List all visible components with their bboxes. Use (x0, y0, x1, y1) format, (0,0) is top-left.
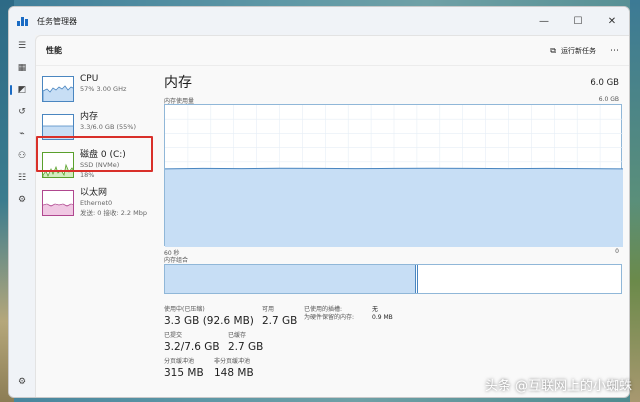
page-title: 性能 (46, 46, 62, 55)
close-button[interactable]: ✕ (595, 7, 629, 35)
memory-usage-area (165, 168, 623, 247)
composition-modified (415, 265, 418, 293)
sidebar-item-label: 以太网 (80, 188, 108, 198)
sidebar-item-cpu[interactable]: CPU 57% 3.00 GHz (42, 72, 162, 110)
stat-cached: 已缓存 2.7 GB (228, 332, 263, 354)
sidebar-item-detail-2: 发送: 0 接收: 2.2 Mbp (80, 209, 147, 217)
memory-composition-bar (164, 264, 622, 294)
stat-label: 已缓存 (228, 332, 247, 339)
stat-paged-pool: 分页缓冲池 315 MB (164, 358, 204, 380)
wallpaper-right (630, 0, 640, 402)
sidebar-item-detail: 57% 3.00 GHz (80, 85, 127, 93)
stat-label: 使用中(已压缩) (164, 306, 205, 313)
details-icon[interactable]: ☷ (9, 167, 35, 189)
page-header: 性能 ⧉ 运行新任务 ⋯ (36, 36, 629, 66)
sidebar-item-label: 内存 (80, 112, 99, 122)
selection-highlight (36, 136, 153, 172)
memory-usage-line (165, 167, 623, 170)
services-icon[interactable]: ⚙ (9, 189, 35, 211)
stat-value: 0.9 MB (372, 314, 393, 321)
app-history-icon[interactable]: ↺ (9, 101, 35, 123)
sidebar-item-detail: 3.3/6.0 GB (55%) (80, 123, 137, 131)
composition-in-use (165, 265, 416, 293)
settings-icon[interactable]: ⚙ (9, 371, 35, 393)
stat-label: 非分页缓冲池 (214, 358, 251, 365)
run-task-icon: ⧉ (550, 45, 556, 55)
stat-label: 可用 (262, 306, 275, 313)
run-new-task-label: 运行新任务 (561, 46, 596, 55)
processes-icon[interactable]: ▦ (9, 57, 35, 79)
usage-chart-max: 6.0 GB (598, 96, 619, 103)
stat-label: 已提交 (164, 332, 183, 339)
stat-value: 2.7 GB (228, 341, 264, 353)
more-options-icon[interactable]: ⋯ (610, 46, 619, 56)
watermark: 头条 @互联网上的小蜘蛛 (484, 379, 632, 394)
stat-available: 可用 2.7 GB (262, 306, 297, 328)
stat-value: 3.2/7.6 GB (164, 341, 220, 353)
usage-chart-svg (165, 105, 623, 247)
stat-label: 分页缓冲池 (164, 358, 195, 365)
nav-rail: ☰ ▦ ◩ ↺ ⌁ ⚇ ☷ ⚙ ⚙ (9, 35, 35, 397)
stat-value: 无 (372, 306, 379, 313)
run-new-task-button[interactable]: ⧉ 运行新任务 (550, 46, 596, 56)
minimize-button[interactable]: — (527, 7, 561, 35)
sidebar-item-detail: Ethernet0 (80, 199, 113, 207)
panel-title: 内存 (164, 75, 192, 91)
task-manager-icon (17, 16, 28, 26)
stat-nonpaged-pool: 非分页缓冲池 148 MB (214, 358, 254, 380)
sidebar-item-label: CPU (80, 74, 99, 84)
stat-committed: 已提交 3.2/7.6 GB (164, 332, 220, 354)
users-icon[interactable]: ⚇ (9, 145, 35, 167)
stat-label: 已使用的插槽: (304, 306, 343, 313)
stat-value: 315 MB (164, 367, 204, 379)
stat-value: 2.7 GB (262, 315, 298, 327)
memory-usage-chart (164, 104, 623, 247)
task-manager-window: 任务管理器 — ☐ ✕ ☰ ▦ ◩ ↺ ⌁ ⚇ ☷ ⚙ ⚙ 性能 ⧉ 运行新任务… (8, 6, 630, 398)
cpu-thumbnail (42, 76, 74, 102)
memory-capacity: 6.0 GB (590, 78, 619, 88)
window-title: 任务管理器 (37, 16, 77, 26)
sidebar-item-ethernet[interactable]: 以太网 Ethernet0 发送: 0 接收: 2.2 Mbp (42, 186, 162, 224)
stat-slots: 已使用的插槽: 为硬件保留的内存: 无 0.9 MB (304, 306, 393, 322)
stat-value: 3.3 GB (92.6 MB) (164, 315, 254, 327)
performance-icon[interactable]: ◩ (9, 79, 35, 101)
title-bar: 任务管理器 — ☐ ✕ (9, 7, 629, 35)
content-area: 性能 ⧉ 运行新任务 ⋯ CPU 57% 3.00 GHz 内存 3.3/6.0… (35, 35, 629, 397)
time-axis-right: 0 (615, 248, 619, 255)
stat-in-use: 使用中(已压缩) 3.3 GB (92.6 MB) (164, 306, 254, 328)
maximize-button[interactable]: ☐ (561, 7, 595, 35)
stat-value: 148 MB (214, 367, 254, 379)
composition-label: 内存组合 (164, 257, 189, 264)
ethernet-thumbnail (42, 190, 74, 216)
memory-panel: 内存 6.0 GB 内存使用量 6.0 GB 60 秒 0 内存组合 使用中(已… (162, 72, 623, 397)
performance-sidebar: CPU 57% 3.00 GHz 内存 3.3/6.0 GB (55%) 磁盘 … (36, 66, 162, 397)
stat-label: 为硬件保留的内存: (304, 314, 355, 321)
hamburger-menu-icon[interactable]: ☰ (9, 35, 35, 57)
startup-apps-icon[interactable]: ⌁ (9, 123, 35, 145)
